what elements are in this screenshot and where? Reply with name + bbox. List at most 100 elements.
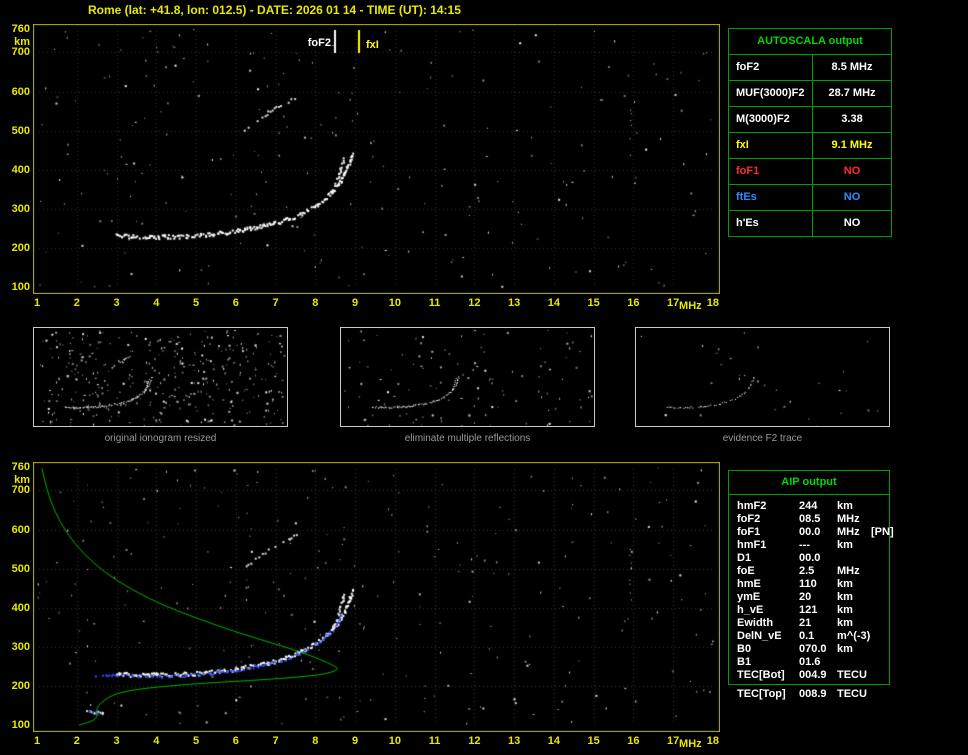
y-tick-label: 300 bbox=[11, 202, 30, 215]
autoscala-row-value: 8.5 MHz bbox=[831, 61, 873, 73]
y-tick-label: 400 bbox=[11, 601, 30, 614]
thumb-eliminate-canvas bbox=[341, 328, 594, 426]
autoscala-row-value: NO bbox=[843, 217, 861, 229]
aip-note bbox=[871, 630, 889, 643]
autoscala-row-label: ftEs bbox=[729, 185, 813, 210]
aip-label: foF1 bbox=[737, 526, 761, 538]
autoscala-row-value: 3.38 bbox=[841, 113, 863, 125]
aip-row-b0: B0 070.0 km bbox=[729, 643, 889, 656]
autoscala-panel: AUTOSCALA output foF2 8.5 MHz MUF(3000)F… bbox=[728, 28, 892, 237]
y-tick-label: 100 bbox=[11, 280, 30, 293]
x-tick-label: 9 bbox=[352, 735, 359, 747]
autoscala-row-label: M(3000)F2 bbox=[729, 107, 813, 132]
x-tick-label: 14 bbox=[547, 297, 560, 309]
x-tick-label: 1 bbox=[33, 297, 41, 309]
aip-value: 0.1 bbox=[799, 630, 815, 642]
y-tick-label: 600 bbox=[11, 85, 30, 98]
aip-unit bbox=[837, 552, 871, 565]
aip-note bbox=[871, 552, 889, 565]
x-tick-label: 16 bbox=[627, 735, 640, 747]
y-tick-label: 760 bbox=[11, 23, 30, 35]
autoscala-row-muf3000f2: MUF(3000)F2 28.7 MHz bbox=[729, 81, 891, 107]
aip-value: 110 bbox=[799, 578, 817, 590]
x-tick-label: 7 bbox=[272, 735, 279, 747]
aip-label: Ewidth bbox=[737, 617, 774, 629]
aip-note bbox=[871, 617, 889, 630]
x-tick-label: 5 bbox=[192, 297, 200, 309]
autoscala-row-hpes: h'Es NO bbox=[729, 211, 891, 236]
aip-row-foe: foE 2.5 MHz bbox=[729, 565, 889, 578]
x-tick-label: 16 bbox=[627, 297, 640, 309]
aip-unit: km bbox=[837, 604, 853, 616]
aip-note: [PN] bbox=[871, 526, 894, 538]
x-tick-label: 14 bbox=[547, 735, 560, 747]
autoscala-row-fof2: foF2 8.5 MHz bbox=[729, 55, 891, 81]
x-tick-label: 2 bbox=[73, 735, 80, 747]
y-tick-label: 100 bbox=[11, 718, 30, 731]
aip-label: foF2 bbox=[737, 513, 761, 525]
autoscala-title: AUTOSCALA output bbox=[729, 29, 891, 55]
aip-value: 004.9 bbox=[799, 669, 827, 681]
x-tick-label: 6 bbox=[232, 297, 239, 309]
x-tick-label: 11 bbox=[428, 735, 441, 747]
thumb-f2-canvas bbox=[636, 328, 889, 426]
autoscala-row-label: fxI bbox=[729, 133, 813, 158]
aip-value: 00.0 bbox=[799, 526, 821, 538]
autoscala-row-label: MUF(3000)F2 bbox=[729, 81, 813, 106]
aip-label: h_vE bbox=[737, 604, 764, 616]
aip-unit: km bbox=[837, 578, 853, 590]
aip-label: ymE bbox=[737, 591, 761, 603]
x-tick-label: 10 bbox=[388, 735, 401, 747]
aip-value: --- bbox=[799, 539, 810, 551]
aip-row-hmf1: hmF1 --- km bbox=[729, 539, 889, 552]
aip-row-d1: D1 00.0 bbox=[729, 552, 889, 565]
bottom-ionogram-plot bbox=[33, 462, 720, 732]
autoscala-row-ftes: ftEs NO bbox=[729, 185, 891, 211]
x-tick-label: 18 bbox=[706, 735, 720, 747]
aip-value: 2.5 bbox=[799, 565, 815, 577]
x-tick-label: 9 bbox=[352, 297, 359, 309]
aip-tec-top-row: TEC[Top] 008.9 TECU bbox=[729, 688, 897, 701]
aip-unit: km bbox=[837, 617, 853, 629]
aip-label: foE bbox=[737, 565, 755, 577]
x-tick-label: 8 bbox=[312, 297, 319, 309]
aip-unit: km bbox=[837, 643, 853, 655]
aip-label: D1 bbox=[737, 552, 752, 564]
y-axis-unit: km bbox=[14, 36, 30, 48]
aip-value: 070.0 bbox=[799, 643, 827, 655]
aip-row-ewidth: Ewidth 21 km bbox=[729, 617, 889, 630]
thumb-original-canvas bbox=[34, 328, 287, 426]
aip-value: 08.5 bbox=[799, 513, 821, 525]
aip-label: B1 bbox=[737, 656, 752, 668]
aip-panel: AIP output hmF2 244 km foF2 08.5 MHz foF1 00.0 M… bbox=[728, 470, 894, 685]
top-ionogram-plot bbox=[33, 24, 720, 294]
aip-unit: m^(-3) bbox=[837, 630, 871, 642]
y-tick-label: 700 bbox=[11, 46, 30, 59]
aip-label: hmF1 bbox=[737, 539, 767, 551]
aip-note bbox=[871, 591, 889, 604]
y-axis-unit: km bbox=[14, 474, 30, 486]
aip-row-hme: hmE 110 km bbox=[729, 578, 889, 591]
aip-note bbox=[871, 643, 889, 656]
y-tick-label: 200 bbox=[11, 679, 30, 692]
thumb-f2-trace bbox=[635, 327, 890, 427]
x-tick-label: 1 bbox=[33, 735, 41, 747]
x-tick-label: 15 bbox=[587, 735, 600, 747]
autoscala-row-value: NO bbox=[843, 165, 861, 177]
aip-unit bbox=[837, 656, 871, 669]
x-tick-label: 2 bbox=[73, 297, 80, 309]
aip-value: 20 bbox=[799, 591, 812, 603]
x-tick-label: 18 bbox=[706, 297, 720, 309]
autoscala-row-fxi: fxI 9.1 MHz bbox=[729, 133, 891, 159]
aip-note bbox=[871, 565, 889, 578]
y-tick-label: 600 bbox=[11, 523, 30, 536]
aip-value: 01.6 bbox=[799, 656, 821, 668]
x-tick-label: 12 bbox=[468, 735, 481, 747]
x-tick-label: 7 bbox=[272, 297, 279, 309]
thumb-caption-f2trace: evidence F2 trace bbox=[722, 433, 803, 444]
aip-title: AIP output bbox=[729, 471, 889, 495]
aip-label: hmF2 bbox=[737, 500, 767, 512]
y-tick-label: 500 bbox=[11, 562, 30, 575]
x-axis-unit: MHz bbox=[679, 738, 702, 750]
aip-row-yme: ymE 20 km bbox=[729, 591, 889, 604]
